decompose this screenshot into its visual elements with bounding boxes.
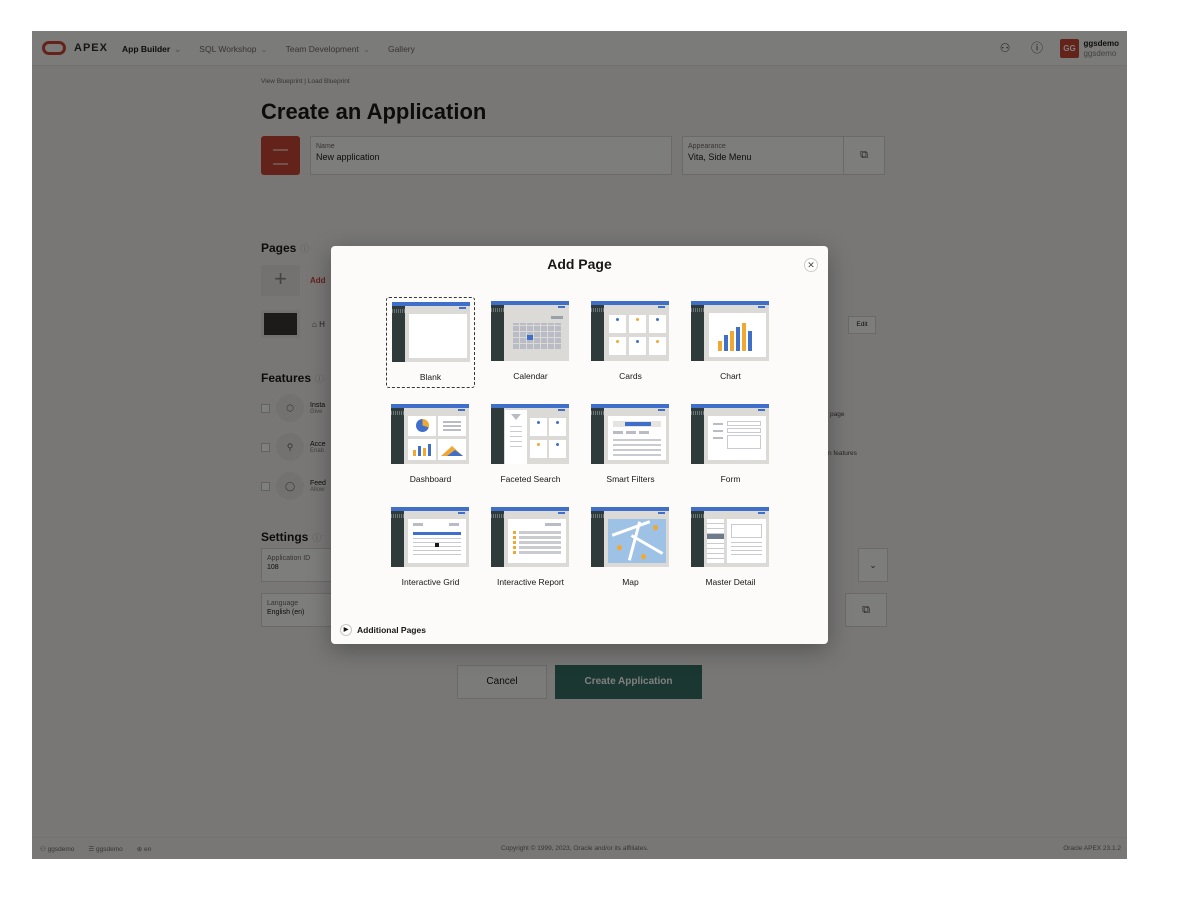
chart-page-icon (691, 301, 769, 361)
page-type-interactive-report[interactable]: Interactive Report (486, 503, 575, 594)
cards-page-icon (591, 301, 669, 361)
tile-label: Dashboard (409, 474, 452, 484)
tile-label: Blank (419, 372, 442, 382)
master-detail-page-icon (691, 507, 769, 567)
page-type-cards[interactable]: Cards (586, 297, 675, 388)
interactive-grid-page-icon (391, 507, 469, 567)
map-page-icon (591, 507, 669, 567)
calendar-page-icon (491, 301, 569, 361)
dialog-title: Add Page (547, 256, 612, 272)
page-type-faceted-search[interactable]: Faceted Search (486, 400, 575, 491)
page-type-blank[interactable]: Blank (386, 297, 475, 388)
close-icon[interactable]: ✕ (804, 258, 818, 272)
blank-page-icon (392, 302, 470, 362)
page-type-smart-filters[interactable]: Smart Filters (586, 400, 675, 491)
tile-label: Calendar (513, 371, 548, 381)
expand-triangle-icon: ▶ (340, 624, 352, 636)
page-type-map[interactable]: Map (586, 503, 675, 594)
page-type-calendar[interactable]: Calendar (486, 297, 575, 388)
additional-pages-label: Additional Pages (357, 625, 426, 635)
page-type-interactive-grid[interactable]: Interactive Grid (386, 503, 475, 594)
smart-filters-page-icon (591, 404, 669, 464)
tile-label: Map (622, 577, 639, 587)
faceted-search-page-icon (491, 404, 569, 464)
interactive-report-page-icon (491, 507, 569, 567)
tile-label: Smart Filters (606, 474, 655, 484)
tile-label: Interactive Grid (401, 577, 460, 587)
page-type-grid: Blank Calendar Cards Chart Dashboard Fac… (386, 297, 777, 594)
page-type-chart[interactable]: Chart (686, 297, 775, 388)
additional-pages-toggle[interactable]: ▶ Additional Pages (340, 624, 426, 636)
tile-label: Form (720, 474, 741, 484)
page-type-form[interactable]: Form (686, 400, 775, 491)
tile-label: Faceted Search (500, 474, 561, 484)
add-page-dialog: Add Page ✕ Blank Calendar Cards Chart Da… (331, 246, 828, 644)
tile-label: Master Detail (705, 577, 756, 587)
page-type-master-detail[interactable]: Master Detail (686, 503, 775, 594)
tile-label: Interactive Report (496, 577, 565, 587)
tile-label: Cards (619, 371, 642, 381)
dashboard-page-icon (391, 404, 469, 464)
form-page-icon (691, 404, 769, 464)
tile-label: Chart (720, 371, 741, 381)
page-type-dashboard[interactable]: Dashboard (386, 400, 475, 491)
